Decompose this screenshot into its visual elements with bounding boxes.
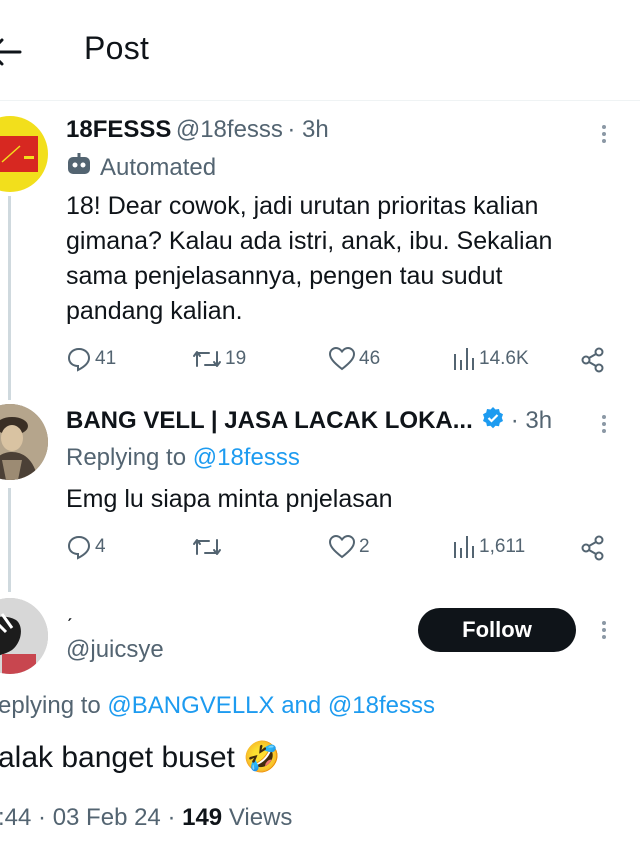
page-title: Post [84,30,150,66]
post-meta: :44 · 03 Feb 24 · 149 Views [0,804,292,832]
tweet-text: 18! Dear cowok, jadi urutan prioritas ka… [66,192,553,325]
share-icon[interactable] [579,534,607,567]
repost-button[interactable]: 19 [192,346,246,372]
views-icon [454,348,474,370]
views-button[interactable]: 14.6K [452,346,529,372]
avatar[interactable] [0,598,48,674]
avatar[interactable] [0,404,48,480]
more-options-icon[interactable] [600,618,608,644]
replying-label: eplying to [0,692,101,719]
reply-count: 4 [95,536,106,557]
laughing-emoji: 🤣 [243,741,281,774]
heart-icon [328,534,356,559]
repost-icon [193,539,221,555]
mention-link[interactable]: @BANGVELLX [107,692,274,719]
mention-link[interactable]: @18fesss [193,444,300,471]
repost-count: 19 [225,348,247,369]
share-icon[interactable] [579,346,607,379]
post-time[interactable]: · 3h [511,407,552,435]
automated-badge: Automated [66,152,216,183]
author-name[interactable]: ˏ [66,600,73,623]
tweet-header: BANG VELL | JASA LACAK LOKA... · 3h [66,406,552,435]
reply-button[interactable]: 41 [66,346,116,372]
views-number: 149 [182,804,223,831]
reply-button[interactable]: 4 [66,534,106,560]
action-bar: 41 19 46 14.6K [66,344,611,376]
author-handle[interactable]: @juicsye [66,636,164,664]
mention-link[interactable]: @18fesss [328,692,435,719]
thread-line [8,196,11,400]
bot-icon [66,152,92,183]
replying-to: Replying to @18fesss [66,444,300,472]
tweet-text: alak banget buset [0,741,235,774]
reply-count: 41 [95,348,117,369]
like-button[interactable]: 2 [328,534,370,560]
action-bar: 4 2 1,611 [66,532,611,564]
views-icon [454,536,474,558]
follow-button[interactable]: Follow [418,608,576,652]
tweet-text: Emg lu siapa minta pnjelasan [66,485,393,513]
replying-and: and [281,692,322,719]
post-timestamp[interactable]: :44 · 03 Feb 24 · [0,804,175,831]
repost-button[interactable] [192,534,225,560]
author-name[interactable]: 18FESSS [66,116,171,143]
repost-icon [193,351,221,367]
more-options-icon[interactable] [600,122,608,148]
views-button[interactable]: 1,611 [452,534,525,560]
tweet-header: 18FESSS @18fesss · 3h [66,116,329,144]
back-arrow-icon[interactable] [0,36,22,68]
views-label: Views [228,804,293,831]
more-options-icon[interactable] [600,412,608,438]
author-name[interactable]: BANG VELL | JASA LACAK LOKA... [66,407,473,435]
views-count: 14.6K [479,348,529,369]
top-bar: Post [0,0,640,101]
verified-badge-icon [481,406,505,435]
reply-icon [67,347,91,372]
post-time[interactable]: · 3h [287,116,328,143]
heart-icon [328,346,356,371]
like-count: 46 [359,348,381,369]
like-button[interactable]: 46 [328,346,380,372]
automated-label: Automated [100,153,217,181]
replying-to: eplying to @BANGVELLX and @18fesss [0,692,435,720]
author-handle[interactable]: @18fesss [176,116,283,143]
like-count: 2 [359,536,370,557]
avatar[interactable] [0,116,48,192]
replying-label: Replying to [66,444,187,471]
views-count: 1,611 [479,536,526,557]
reply-icon [67,535,91,560]
tweet-text-line: alak banget buset 🤣 [0,740,281,775]
thread-line [8,488,11,592]
